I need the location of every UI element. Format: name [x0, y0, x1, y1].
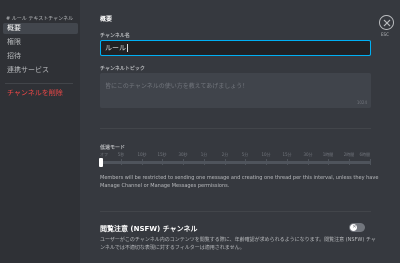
esc-label: ESC	[381, 32, 389, 37]
sidebar-channel-header: # ルール テキストチャンネル	[6, 16, 74, 22]
slider-tick-label: 30分	[303, 152, 313, 157]
slider-tick-label: 30秒	[178, 152, 188, 157]
slowmode-slider[interactable]: オフ 5秒 10秒 15秒 30秒 1分 2分 5分 10分 15分 30分 1時間 2時間 6時間	[99, 152, 371, 172]
slider-tick-label: 10秒	[137, 152, 147, 157]
slider-tick-label: 10分	[261, 152, 271, 157]
topic-placeholder: 皆にこのチャンネルの使い方を教えてあげましょう！	[105, 83, 249, 90]
slider-tick-label: 5秒	[117, 152, 125, 157]
slider-tick-label: 2時間	[343, 152, 355, 157]
topic-char-count: 1024	[356, 100, 367, 105]
slider-tick-label: 15秒	[157, 152, 167, 157]
sidebar-item-overview[interactable]: 概要	[3, 23, 78, 34]
sidebar-divider	[5, 83, 73, 84]
slowmode-help-text: Members will be restricted to sending on…	[100, 175, 379, 189]
channel-name-value: ルール	[105, 44, 126, 52]
text-caret	[127, 44, 128, 52]
slider-tick-label: オフ	[100, 152, 108, 157]
sidebar-item-invites[interactable]: 招待	[3, 51, 78, 62]
slider-tick-label: 6時間	[359, 152, 370, 157]
toggle-knob: ✕	[350, 224, 357, 231]
close-icon	[383, 19, 391, 27]
x-icon: ✕	[352, 224, 357, 230]
section-divider	[100, 211, 371, 212]
topic-textarea[interactable]: 皆にこのチャンネルの使い方を教えてあげましょう！ 1024	[100, 73, 371, 108]
slider-tick-label: 1時間	[322, 152, 334, 157]
nsfw-toggle[interactable]: ✕	[349, 223, 365, 232]
sidebar-item-permissions[interactable]: 権限	[3, 37, 78, 48]
slider-tick-label: 5分	[241, 152, 249, 157]
nsfw-description: ユーザーがこのチャンネル内のコンテンツを閲覧する際に、年齢確認が求められるように…	[100, 237, 376, 251]
topic-label: チャンネルトピック	[100, 66, 145, 72]
slider-track	[100, 161, 371, 164]
channel-name-label: チャンネル名	[100, 33, 130, 39]
sidebar-item-integrations[interactable]: 連携サービス	[3, 65, 78, 76]
slowmode-label: 低速モード	[100, 145, 126, 151]
close-button[interactable]	[379, 15, 394, 30]
settings-sidebar: # ルール テキストチャンネル 概要 権限 招待 連携サービス チャンネルを削除	[0, 0, 80, 263]
section-title: 概要	[100, 16, 113, 23]
slider-tick-label: 1分	[200, 152, 208, 157]
settings-main: 概要 チャンネル名 ルール チャンネルトピック 皆にこのチャンネルの使い方を教え…	[80, 0, 400, 263]
nsfw-title: 閲覧注意 (NSFW) チャンネル	[100, 225, 198, 233]
sidebar-item-delete-channel[interactable]: チャンネルを削除	[3, 88, 78, 99]
slider-tick-label: 2分	[221, 152, 229, 157]
section-divider	[100, 128, 371, 129]
slider-tick-label: 15分	[282, 152, 292, 157]
slider-thumb[interactable]	[99, 158, 103, 167]
channel-name-input[interactable]: ルール	[100, 40, 371, 56]
